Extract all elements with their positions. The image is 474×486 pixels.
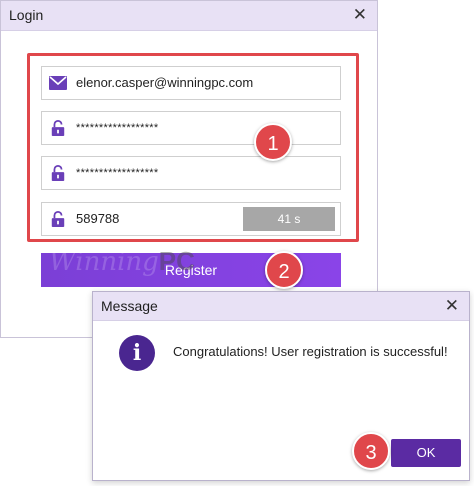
step-badge-3: 3 [352,432,390,470]
message-text: Congratulations! User registration is su… [173,344,448,359]
message-dialog: Message ✕ i Congratulations! User regist… [92,291,470,481]
message-close-icon[interactable]: ✕ [445,296,459,316]
login-window: Login ✕ elenor.casper@winningpc.com ****… [0,0,378,338]
fields-highlight-box [27,53,359,242]
screenshot-canvas: Login ✕ elenor.casper@winningpc.com ****… [0,0,474,486]
login-close-icon[interactable]: ✕ [353,5,367,25]
step-badge-2: 2 [265,251,303,289]
ok-button[interactable]: OK [391,439,461,467]
message-title: Message [101,298,158,314]
login-titlebar: Login ✕ [1,1,377,31]
info-icon: i [119,335,155,371]
message-titlebar: Message ✕ [93,292,469,321]
step-badge-1: 1 [254,123,292,161]
login-title: Login [9,7,44,23]
